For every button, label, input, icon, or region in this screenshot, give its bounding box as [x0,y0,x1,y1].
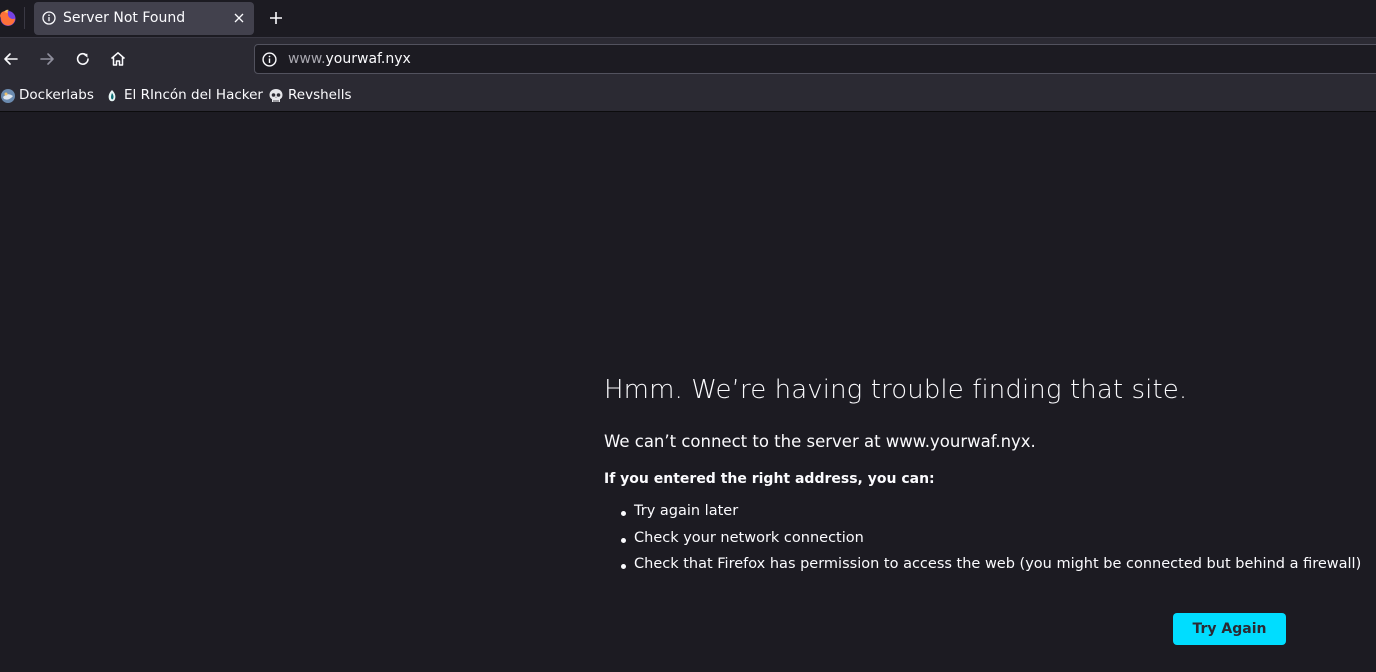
bookmark-label: Revshells [288,87,352,103]
close-icon[interactable] [231,10,247,26]
bookmarks-toolbar: Dockerlabs El RIncón del Hacker Revshell… [0,79,1376,112]
url-host: yourwaf.nyx [325,51,411,67]
suggestion-item: Check your network connection [604,530,1361,557]
url-prefix: www. [288,51,326,67]
home-icon[interactable] [109,50,127,68]
tab-separator [24,7,25,29]
suggestions-list: Try again later Check your network conne… [604,503,1361,583]
navigation-toolbar: www.yourwaf.nyx [0,37,1376,79]
tab-strip: Server Not Found [0,0,1376,37]
try-again-button[interactable]: Try Again [1173,613,1286,645]
hacker-icon [108,90,116,102]
info-icon [42,11,56,25]
tab-title: Server Not Found [63,10,186,26]
back-arrow-icon[interactable] [2,50,20,68]
new-tab-plus-icon[interactable] [268,10,284,26]
url-text[interactable]: www.yourwaf.nyx [288,51,411,67]
dockerlabs-icon [1,89,15,103]
suggestion-item: Try again later [604,503,1361,530]
forward-arrow-icon[interactable] [38,50,56,68]
suggestions-heading: If you entered the right address, you ca… [604,471,935,487]
error-description: We can’t connect to the server at www.yo… [604,432,1036,451]
firefox-logo-icon[interactable] [0,9,16,27]
address-bar[interactable]: www.yourwaf.nyx [254,44,1376,74]
reload-icon[interactable] [74,50,92,68]
bookmark-label: Dockerlabs [19,87,94,103]
error-title: Hmm. We’re having trouble finding that s… [604,375,1188,405]
site-info-icon[interactable] [262,52,277,67]
bookmark-label: El RIncón del Hacker [124,87,263,103]
tab-server-not-found[interactable]: Server Not Found [34,2,254,35]
skull-icon [269,89,283,102]
suggestion-item: Check that Firefox has permission to acc… [604,556,1361,583]
